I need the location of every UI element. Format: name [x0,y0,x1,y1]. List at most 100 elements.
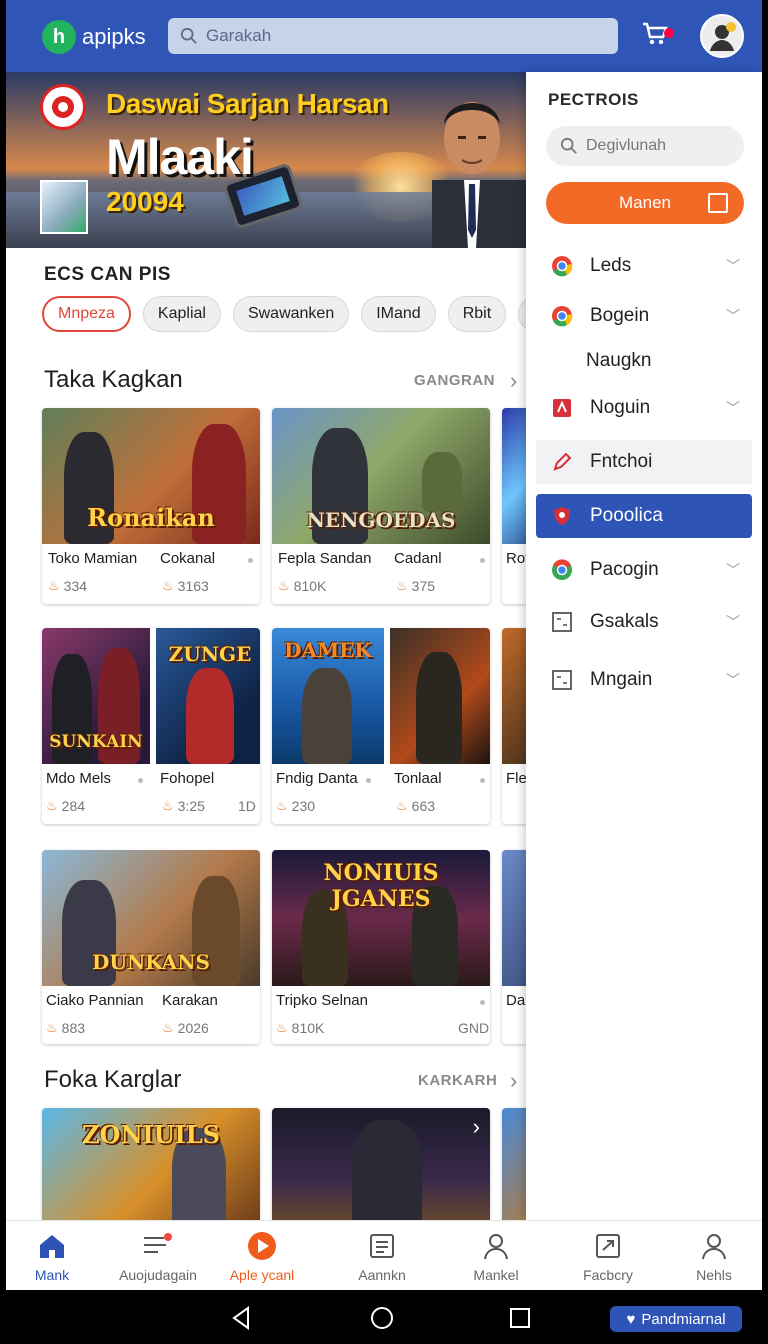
game-card-art-title: NENGOEDAS [306,508,456,532]
system-pill-label: Pandmiarnal [641,1310,726,1328]
drawer-item-leds[interactable]: Leds ﹀ [536,244,752,288]
play-count: ♨ 883 [46,1020,86,1036]
drawer-item-gsakals[interactable]: Gsakals ﹀ [536,600,752,644]
home-button-icon[interactable] [368,1304,396,1332]
app-logo[interactable]: h apipks [42,20,146,54]
play-count: ♨ 810K [278,578,327,594]
game-card-art: DUNKANS [42,850,260,986]
see-all-link[interactable]: KARKARH [418,1072,497,1089]
play-count: ♨ 2026 [162,1020,209,1036]
banner-tagline: 20094 [106,186,184,217]
game-card[interactable]: SUNKAIN ZUNGE Mdo Mels Fohopel ♨ 284 ♨ 3:2… [42,628,260,824]
fire-icon: ♨ [46,798,58,813]
nav-label: Mank [34,1267,70,1283]
back-icon[interactable] [228,1304,256,1332]
play-count: ♨ 230 [276,798,316,814]
separator-dot [480,558,485,563]
duration-label: 1D [238,798,256,814]
nav-item-play[interactable]: Aple ycanl [212,1231,312,1283]
chrome-icon [550,558,574,582]
cart-badge [664,28,674,38]
drawer-item-fntchoi[interactable]: Fntchoi [536,440,752,484]
play-count: ♨ 3163 [162,578,209,594]
profile-avatar[interactable] [700,14,744,58]
nav-item-help[interactable]: Nehls [664,1231,762,1283]
game-card[interactable]: DUNKANS Ciako Pannian Karakan ♨ 883 ♨ 2026 [42,850,260,1044]
chevron-right-icon[interactable]: › [473,1114,480,1140]
nav-item-documents[interactable]: Aannkn [332,1231,432,1283]
drawer-subitem-naugkn[interactable]: Naugkn [586,350,652,372]
separator-dot [138,778,143,783]
game-card-art: SUNKAIN [42,628,150,764]
search-input[interactable]: Garakah [168,18,618,54]
document-icon [332,1231,432,1261]
system-pill-button[interactable]: ♥ Pandmiarnal [610,1306,742,1332]
drawer-item-mngain[interactable]: Mngain ﹀ [536,658,752,702]
drawer-item-pacogin[interactable]: Pacogin ﹀ [536,548,752,592]
drawer-item-label: Bogein [590,305,650,326]
nav-label: Aple ycanl [229,1267,295,1283]
side-drawer: PECTROIS Degivlunah Manen Leds ﹀ Bogein … [526,72,762,1220]
play-count: ♨ 663 [396,798,436,814]
game-title: Cokanal [160,550,216,567]
game-title: Toko Mamian [48,550,138,567]
play-count: ♨ 334 [48,578,88,594]
logo-text: apipks [82,24,146,49]
search-icon [180,27,197,44]
game-card[interactable]: DAMEK Fndig Danta Tonlaal ♨ 230 ♨ 663 [272,628,490,824]
play-count: ♨ 284 [46,798,86,814]
game-title: Fle [506,770,527,787]
nav-item-profile[interactable]: Mankel [446,1231,546,1283]
drawer-item-bogein[interactable]: Bogein ﹀ [536,294,752,338]
chevron-right-icon[interactable]: › [510,368,517,394]
game-title: Mdo Mels [46,770,112,787]
grid-icon [550,610,574,634]
game-card[interactable]: NONIUIS JGANES Tripko Selnan ♨ 810K GND [272,850,490,1044]
play-count: ♨ 375 [396,578,436,594]
chip-filter[interactable]: Swawanken [232,296,350,332]
drawer-item-label: Fntchoi [590,451,653,472]
separator-dot [366,778,371,783]
separator-dot [480,778,485,783]
game-card[interactable]: Ronaikan Toko Mamian Cokanal ♨ 334 ♨ 3163 [42,408,260,604]
nav-item-list[interactable]: Auojudagain [108,1231,208,1283]
nav-item-home[interactable]: Mank [6,1231,102,1283]
game-card[interactable]: › [272,1108,490,1228]
external-link-icon [708,193,728,213]
drawer-primary-button[interactable]: Manen [546,182,744,224]
home-icon [6,1231,102,1261]
hero-banner[interactable]: Daswai Sarjan Harsan Mlaaki 20094 [6,72,526,248]
recents-icon[interactable] [506,1304,534,1332]
see-all-link[interactable]: GANGRAN [414,372,495,389]
shield-icon [550,504,574,528]
drawer-item-label: Pacogin [590,559,659,580]
game-card-art-title: Ronaikan [87,503,215,532]
chip-filter[interactable]: Rbit [447,296,507,332]
drawer-item-poolica[interactable]: Pooolica [536,494,752,538]
fire-icon: ♨ [278,578,290,593]
game-title: Tonlaal [394,770,442,787]
game-card-art: DAMEK [272,628,384,764]
banner-person-image [432,102,526,248]
banner-brand-icon [40,84,86,130]
top-bar: h apipks Garakah [6,0,762,72]
chrome-icon [550,254,574,278]
game-card[interactable]: ZONIUILS [42,1108,260,1228]
nav-label: Facbcry [583,1267,633,1283]
drawer-item-label: Gsakals [590,611,659,632]
drawer-item-label: Leds [590,255,632,276]
cart-icon[interactable] [640,18,674,52]
chip-filter[interactable]: Mnpeza [42,296,131,332]
logo-badge-icon: h [42,20,76,54]
play-count: ♨ 810K [276,1020,325,1036]
drawer-title: PECTROIS [548,90,639,109]
chevron-right-icon[interactable]: › [510,1068,517,1094]
chip-filter[interactable]: IMand [361,296,436,332]
user-icon [664,1231,762,1261]
drawer-item-noguin[interactable]: Noguin ﹀ [536,386,752,430]
drawer-search-input[interactable]: Degivlunah [546,126,744,166]
game-card[interactable]: NENGOEDAS Fepla Sandan Cadanl ♨ 810K ♨ 375 [272,408,490,604]
nav-item-factory[interactable]: Facbcry [558,1231,658,1283]
chip-filter[interactable]: Kaplial [142,296,221,332]
game-card-art-title: ZONIUILS [82,1120,220,1149]
